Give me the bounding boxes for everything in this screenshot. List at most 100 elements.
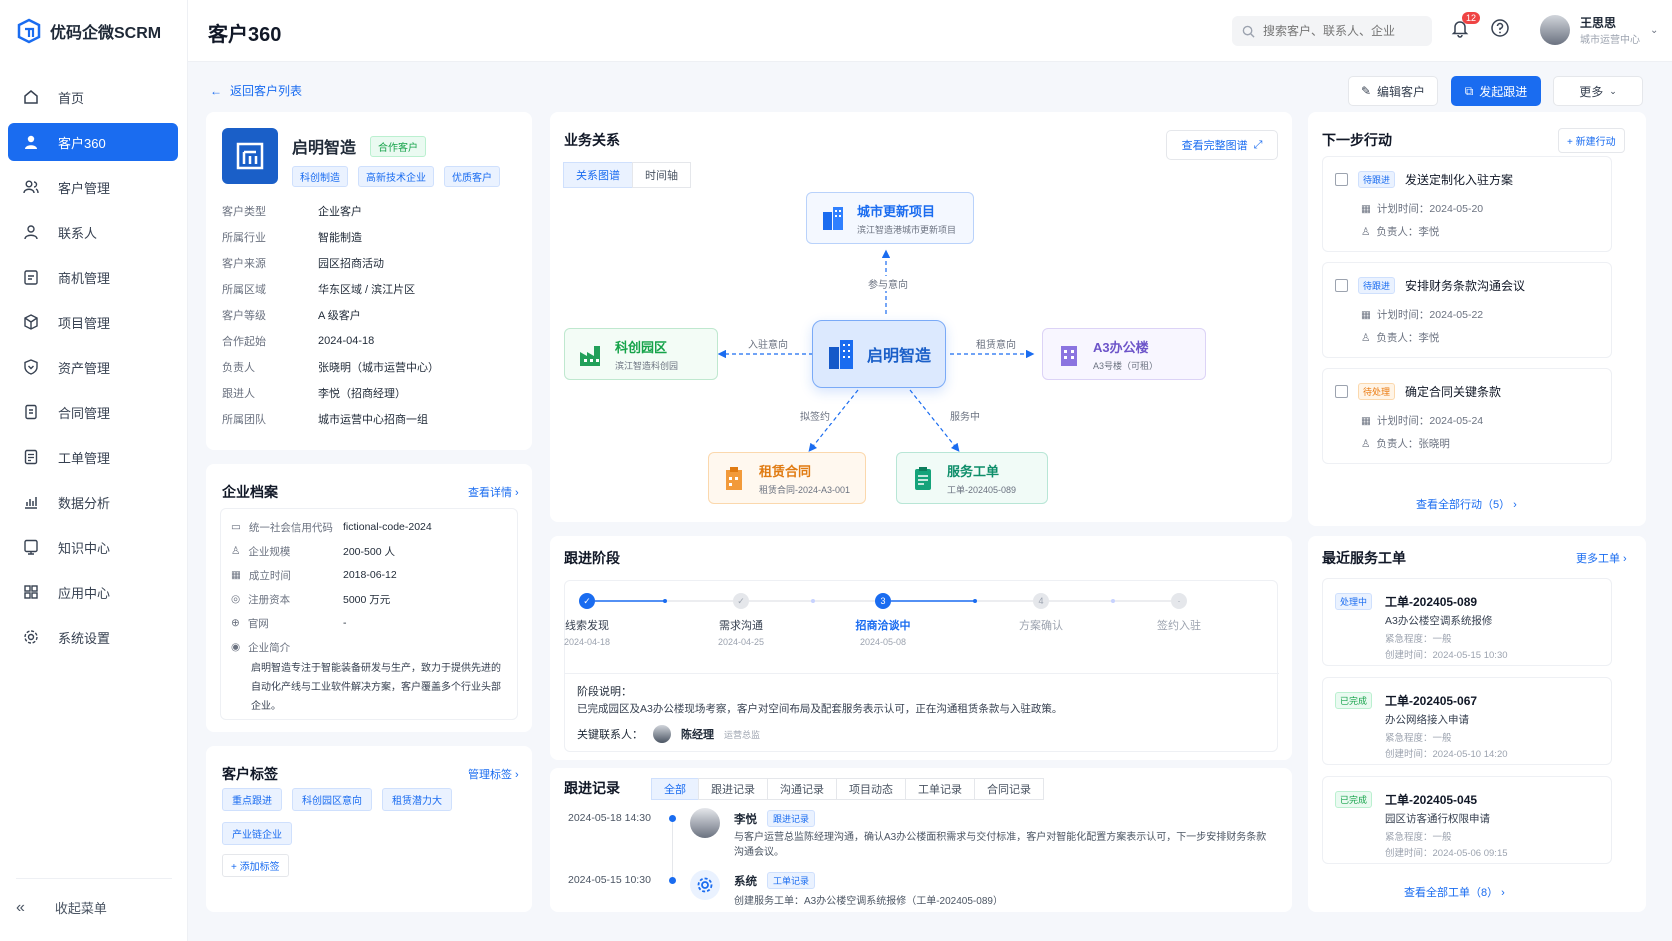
field-value: 华东区域 / 滨江片区	[318, 284, 416, 296]
sidebar-item-tickets[interactable]: 工单管理	[8, 438, 178, 476]
stage-step-current[interactable]: 3 招商洽谈中 2024-05-08	[833, 593, 933, 647]
tab-ticket[interactable]: 工单记录	[905, 778, 975, 800]
tab-all[interactable]: 全部	[651, 778, 699, 800]
node-subtitle: 滨江智造港城市更新项目	[857, 224, 957, 235]
pending-icon: ·	[1171, 593, 1187, 609]
sidebar-item-label: 应用中心	[58, 585, 111, 601]
tab-project[interactable]: 项目动态	[836, 778, 906, 800]
action-item[interactable]: 待跟进 发送定制化入驻方案 ▦ 计划时间：2024-05-20 ♙ 负责人：李悦	[1322, 156, 1612, 252]
node-lease-contract[interactable]: 租赁合同 租赁合同-2024-A3-001	[708, 452, 866, 504]
notification-button[interactable]: 12	[1450, 12, 1481, 41]
more-tickets-link[interactable]: 更多工单 ›	[1576, 550, 1627, 566]
key-contact-name[interactable]: 陈经理	[681, 726, 714, 742]
collapse-menu-label: 收起菜单	[54, 901, 107, 916]
global-search[interactable]	[1232, 16, 1432, 46]
tab-contract[interactable]: 合同记录	[974, 778, 1044, 800]
center-node-title: 启明智造	[867, 348, 932, 365]
profile-value: 5000 万元	[343, 593, 391, 606]
action-item[interactable]: 待跟进 安排财务条款沟通会议 ▦ 计划时间：2024-05-22 ♙ 负责人：李悦	[1322, 262, 1612, 358]
sidebar-item-settings[interactable]: 系统设置	[8, 618, 178, 656]
ticket-status-badge: 处理中	[1335, 593, 1373, 610]
home-icon	[24, 90, 38, 104]
manage-tags-link[interactable]: 管理标签 ›	[468, 766, 519, 782]
tickets-title: 最近服务工单	[1322, 550, 1406, 566]
sidebar-item-knowledge[interactable]: 知识中心	[8, 528, 178, 566]
back-to-list-link[interactable]: ← 返回客户列表	[210, 82, 302, 99]
node-urban-renewal[interactable]: 城市更新项目 滨江智造港城市更新项目	[806, 192, 974, 244]
sidebar-item-label: 客户管理	[58, 180, 111, 196]
ticket-item[interactable]: 处理中 工单-202405-089 A3办公楼空调系统报修 紧急程度：一般 创建…	[1322, 578, 1612, 666]
action-item[interactable]: 待处理 确定合同关键条款 ▦ 计划时间：2024-05-24 ♙ 负责人：张晓明	[1322, 368, 1612, 464]
sidebar-item-assets[interactable]: 资产管理	[8, 348, 178, 386]
more-button[interactable]: 更多 ⌄	[1553, 76, 1643, 106]
view-all-tickets-label: 查看全部工单（8）	[1404, 887, 1499, 899]
sidebar-item-customers[interactable]: 客户管理	[8, 168, 178, 206]
ticket-item[interactable]: 已完成 工单-202405-067 办公网络接入申请 紧急程度：一般 创建时间：…	[1322, 677, 1612, 765]
sidebar-item-analytics[interactable]: 数据分析	[8, 483, 178, 521]
tag-chip[interactable]: 产业链企业	[222, 822, 292, 845]
calendar-icon: ▦	[231, 569, 241, 581]
node-a3-office[interactable]: A3办公楼 A3号楼（可租）	[1042, 328, 1206, 380]
edge-label: 服务中	[948, 408, 982, 423]
step-name: 线索发现	[565, 620, 609, 632]
action-checkbox[interactable]	[1335, 279, 1348, 292]
sidebar-item-customer360[interactable]: 客户360	[8, 123, 178, 161]
start-follow-button[interactable]: ⧉ 发起跟进	[1451, 76, 1541, 106]
edge-label: 参与意向	[866, 276, 910, 291]
shield-icon	[24, 359, 38, 375]
help-button[interactable]	[1490, 18, 1510, 41]
add-tag-button[interactable]: + 添加标签	[222, 854, 289, 877]
ticket-item[interactable]: 已完成 工单-202405-045 园区访客通行权限申请 紧急程度：一般 创建时…	[1322, 776, 1612, 864]
tags-title: 客户标签	[222, 766, 278, 782]
sidebar-item-home[interactable]: 首页	[8, 78, 178, 116]
collapse-menu-button[interactable]: « 收起菜单	[16, 898, 107, 917]
node-innovation-park[interactable]: 科创园区 滨江智造科创园	[564, 328, 718, 380]
stage-step-done[interactable]: ✓ 线索发现 2024-04-18	[537, 593, 637, 647]
node-center-company[interactable]: 启明智造	[812, 320, 946, 388]
tag-chip[interactable]: 科创园区意向	[292, 788, 372, 811]
action-checkbox[interactable]	[1335, 385, 1348, 398]
view-all-actions-link[interactable]: 查看全部行动（5） ›	[1416, 496, 1517, 512]
profile-box: ▭ 统一社会信用代码 fictional-code-2024 ♙ 企业规模 200-50…	[220, 508, 518, 720]
tab-communication[interactable]: 沟通记录	[767, 778, 837, 800]
view-all-tickets-link[interactable]: 查看全部工单（8） ›	[1404, 884, 1505, 900]
profile-row: ▦ 成立时间 2018-06-12	[231, 563, 507, 587]
stage-desc-label: 阶段说明：	[577, 686, 632, 698]
sidebar-item-opportunities[interactable]: 商机管理	[8, 258, 178, 296]
stage-step-done[interactable]: ✓ 需求沟通 2024-04-25	[691, 593, 791, 647]
gear-icon	[24, 630, 38, 644]
new-action-button[interactable]: + 新建行动	[1558, 128, 1625, 153]
more-tickets-label: 更多工单	[1576, 553, 1620, 565]
user-menu[interactable]: 王思思 城市运营中心 ⌄	[1540, 14, 1658, 46]
recent-tickets-card: 最近服务工单 更多工单 › 处理中 工单-202405-089 A3办公楼空调系…	[1308, 536, 1646, 912]
tag-chip[interactable]: 租赁潜力大	[382, 788, 452, 811]
factory-icon	[580, 346, 600, 366]
profile-detail-link[interactable]: 查看详情 ›	[468, 484, 519, 500]
next-actions-card: 下一步行动 + 新建行动 待跟进 发送定制化入驻方案 ▦ 计划时间：2024-05-…	[1308, 112, 1646, 526]
profile-label: 企业简介	[248, 641, 291, 654]
node-subtitle: A3号楼（可租）	[1093, 360, 1159, 371]
node-service-ticket[interactable]: 服务工单 工单-202405-089	[896, 452, 1048, 504]
edit-customer-button[interactable]: ✎ 编辑客户	[1348, 76, 1438, 106]
sidebar-item-contacts[interactable]: 联系人	[8, 213, 178, 251]
node-title: 租赁合同	[759, 463, 812, 479]
key-contact: 关键联系人： 陈经理 运营总监	[577, 725, 760, 743]
ticket-status-badge: 已完成	[1335, 692, 1373, 709]
action-checkbox[interactable]	[1335, 173, 1348, 186]
tab-follow[interactable]: 跟进记录	[698, 778, 768, 800]
tag-chip[interactable]: 重点跟进	[222, 788, 282, 811]
sidebar-item-contracts[interactable]: 合同管理	[8, 393, 178, 431]
stage-step-pending[interactable]: 4 方案确认	[991, 593, 1091, 633]
sidebar-item-apps[interactable]: 应用中心	[8, 573, 178, 611]
stage-step-pending[interactable]: · 签约入驻	[1129, 593, 1229, 633]
stage-desc: 已完成园区及A3办公楼现场考察，客户对空间布局及配套服务表示认可，正在沟通租赁条…	[577, 703, 1063, 715]
ticket-desc: A3办公楼空调系统报修	[1385, 615, 1493, 627]
field-value: 2024-04-18	[318, 335, 375, 347]
sidebar-item-projects[interactable]: 项目管理	[8, 303, 178, 341]
record-time: 2024-05-18 14:30	[568, 812, 651, 824]
more-label: 更多	[1579, 84, 1604, 99]
ticket-desc: 办公网络接入申请	[1385, 714, 1469, 726]
customer-tags-card: 客户标签 管理标签 › 重点跟进 科创园区意向 租赁潜力大 产业链企业 + 添加…	[206, 746, 532, 912]
app-logo[interactable]: 优码企微SCRM	[16, 18, 161, 44]
search-input[interactable]	[1263, 24, 1423, 38]
